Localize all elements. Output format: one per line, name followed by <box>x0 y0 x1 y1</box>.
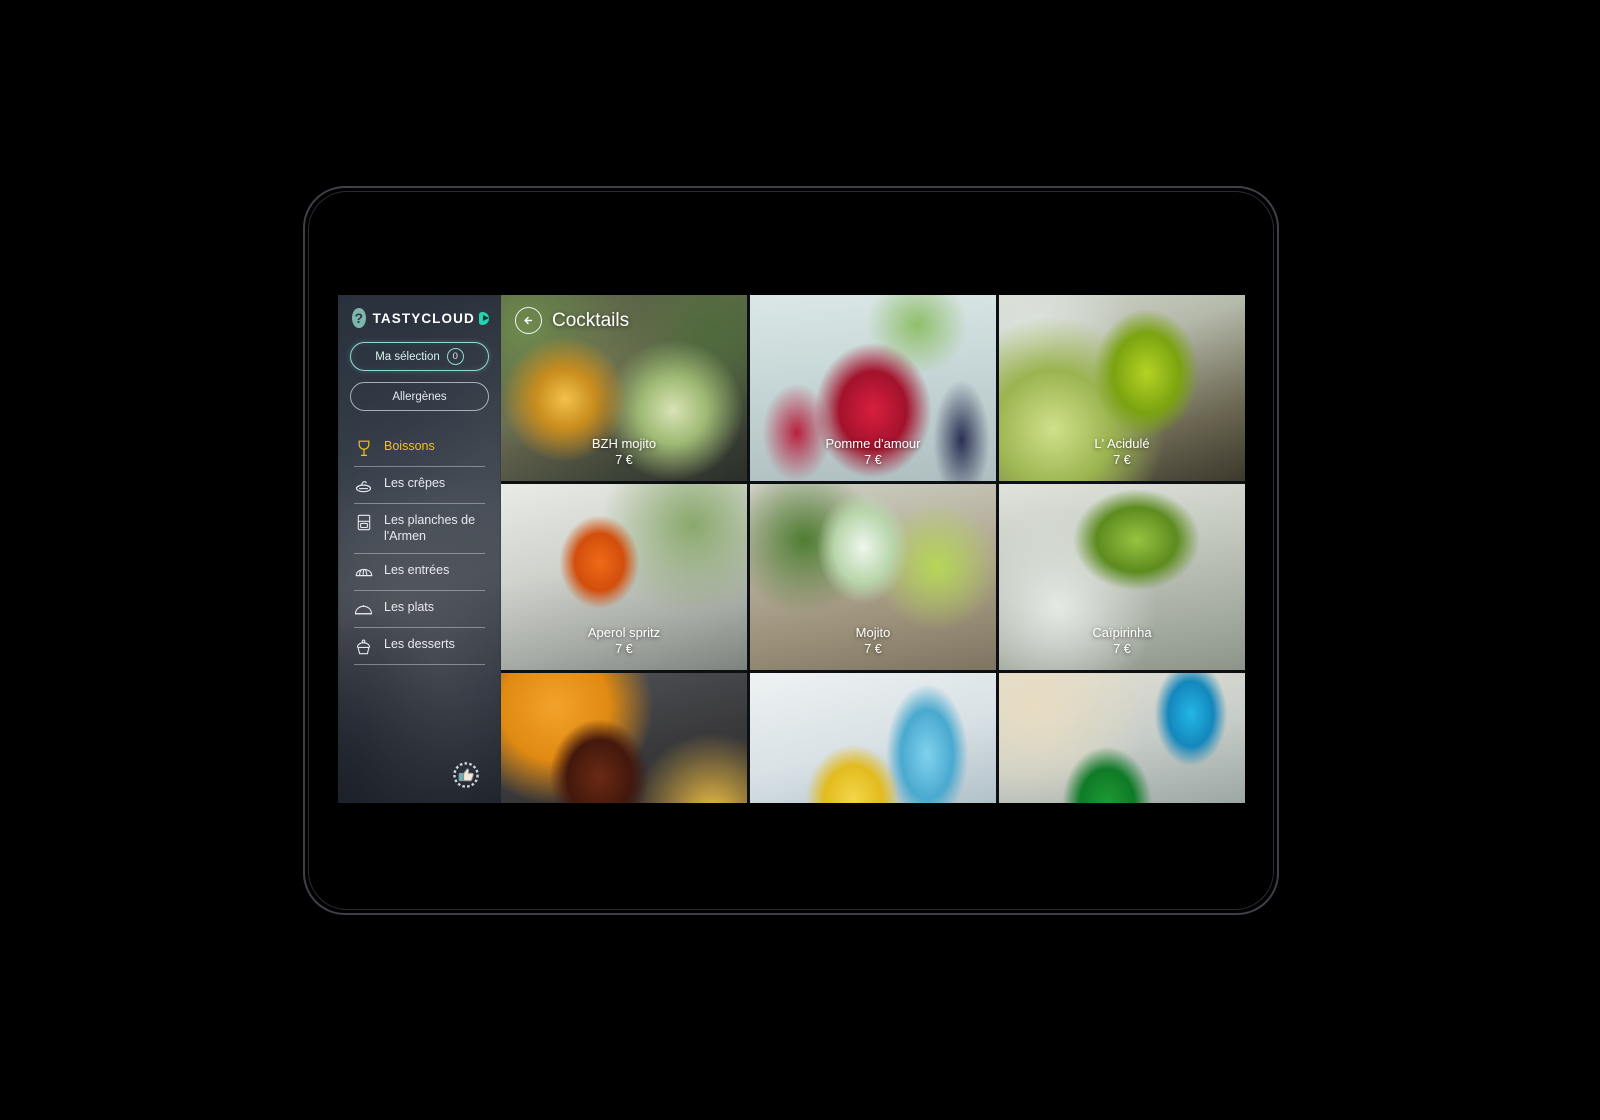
bread-icon <box>354 564 373 581</box>
sidebar-item-label: Les entrées <box>384 563 450 578</box>
brand-name: TASTYCLOUD <box>372 310 475 326</box>
question-mark-icon[interactable]: ? <box>352 308 366 328</box>
my-selection-button[interactable]: Ma sélection 0 <box>350 342 489 371</box>
cloud-play-icon <box>478 311 489 325</box>
dish-photo <box>501 673 747 803</box>
menu-card[interactable]: L' Acidulé 7 € <box>999 295 1245 481</box>
back-arrow-icon[interactable] <box>515 307 542 334</box>
category-nav: Boissons Les crêpes Les planches de l'Ar… <box>350 430 489 666</box>
sidebar-item-les-planches[interactable]: Les planches de l'Armen <box>350 504 489 553</box>
sidebar-item-les-plats[interactable]: Les plats <box>350 591 489 627</box>
sidebar-item-label: Les planches de l'Armen <box>384 513 476 543</box>
selection-count-badge: 0 <box>446 348 464 365</box>
app-viewport: ? TASTYCLOUD Ma sélection 0 Allergènes B… <box>338 295 1245 803</box>
menu-card[interactable]: Pomme d'amour 7 € <box>750 295 996 481</box>
sidebar-item-les-crepes[interactable]: Les crêpes <box>350 467 489 503</box>
sidebar-item-label: Boissons <box>384 439 435 453</box>
dish-photo <box>501 484 747 670</box>
wine-glass-icon <box>354 440 373 457</box>
dish-photo <box>999 673 1245 803</box>
dish-photo <box>999 295 1245 481</box>
allergens-label: Allergènes <box>392 390 447 403</box>
sidebar-item-label: Les plats <box>384 600 435 615</box>
menu-card[interactable]: Caïpirinha 7 € <box>999 484 1245 670</box>
sidebar: ? TASTYCLOUD Ma sélection 0 Allergènes B… <box>338 295 501 803</box>
allergens-button[interactable]: Allergènes <box>350 382 489 411</box>
sidebar-item-les-desserts[interactable]: Les desserts <box>350 628 489 664</box>
menu-card[interactable] <box>999 673 1245 803</box>
menu-card[interactable]: Mojito 7 € <box>750 484 996 670</box>
cupcake-icon <box>354 638 373 655</box>
cloche-icon <box>354 601 373 618</box>
menu-card[interactable]: Aperol spritz 7 € <box>501 484 747 670</box>
dish-photo <box>750 295 996 481</box>
my-selection-label: Ma sélection <box>375 350 440 363</box>
sidebar-item-boissons[interactable]: Boissons <box>350 430 489 466</box>
board-icon <box>354 514 373 531</box>
sidebar-item-les-entrees[interactable]: Les entrées <box>350 554 489 590</box>
menu-grid-panel: Cocktails BZH mojito 7 € Pomme d'amour 7… <box>501 295 1245 803</box>
sidebar-item-label: Les desserts <box>384 637 455 652</box>
thumbs-up-badge-icon[interactable] <box>452 761 480 794</box>
dish-photo <box>750 673 996 803</box>
menu-card[interactable] <box>501 673 747 803</box>
dish-photo <box>999 484 1245 670</box>
brand[interactable]: ? TASTYCLOUD <box>352 308 489 328</box>
menu-grid: BZH mojito 7 € Pomme d'amour 7 € L' Acid… <box>501 295 1245 803</box>
dish-photo <box>750 484 996 670</box>
menu-card[interactable] <box>750 673 996 803</box>
sidebar-item-label: Les crêpes <box>384 476 446 490</box>
nav-divider <box>354 664 485 666</box>
crepe-icon <box>354 477 373 494</box>
